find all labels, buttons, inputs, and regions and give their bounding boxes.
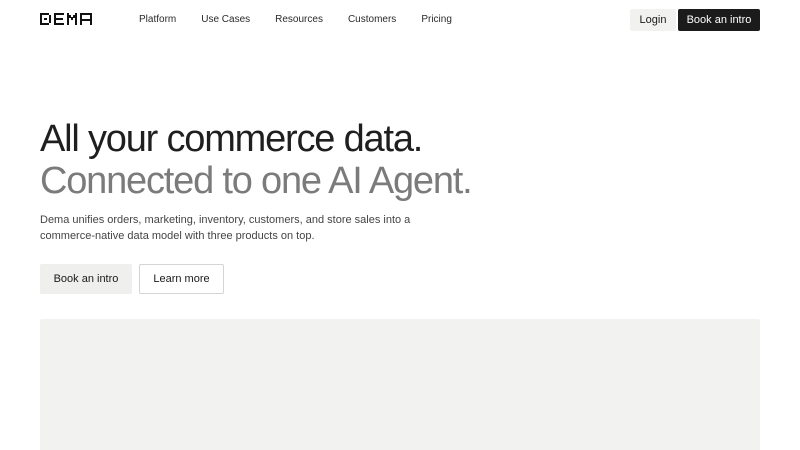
site-header: Platform Use Cases Resources Customers P… (0, 0, 800, 40)
hero-media-panel (40, 319, 760, 450)
hero-headline: All your commerce data. Connected to one… (40, 118, 473, 202)
nav-item-platform[interactable]: Platform (139, 13, 176, 27)
hero-headline-line2: Connected to one AI Agent. (40, 160, 473, 202)
learn-more-button[interactable]: Learn more (139, 264, 224, 294)
header-book-intro-button[interactable]: Book an intro (678, 9, 760, 31)
main-nav: Platform Use Cases Resources Customers P… (139, 13, 452, 27)
nav-item-customers[interactable]: Customers (348, 13, 396, 27)
book-intro-button[interactable]: Book an intro (40, 264, 132, 294)
dema-wordmark-icon (40, 13, 92, 25)
nav-item-resources[interactable]: Resources (275, 13, 323, 27)
nav-item-pricing[interactable]: Pricing (421, 13, 452, 27)
hero-headline-line1: All your commerce data. (40, 118, 423, 160)
login-button[interactable]: Login (630, 9, 676, 31)
nav-item-use-cases[interactable]: Use Cases (201, 13, 250, 27)
page: Platform Use Cases Resources Customers P… (0, 0, 800, 450)
hero-description: Dema unifies orders, marketing, inventor… (40, 214, 411, 242)
